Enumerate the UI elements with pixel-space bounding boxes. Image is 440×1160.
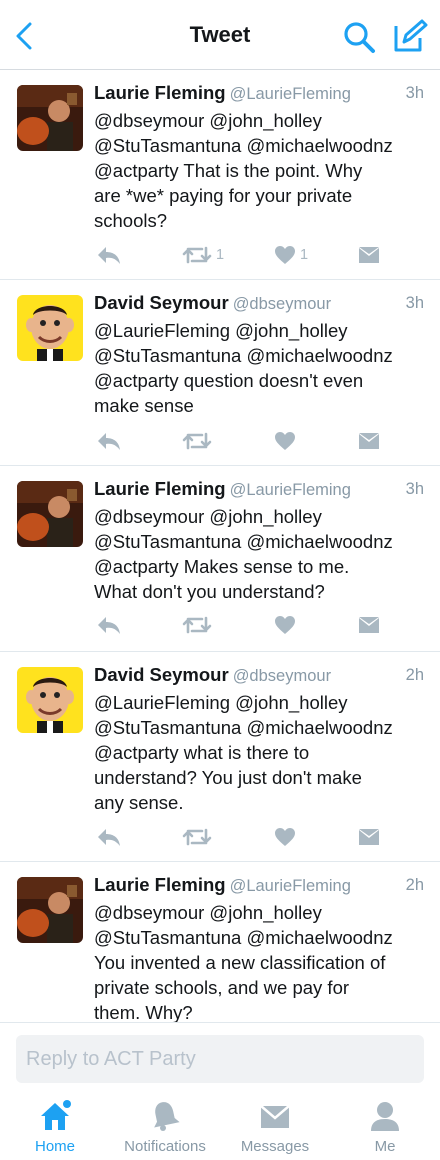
timestamp: 3h	[405, 84, 424, 102]
tweet[interactable]: Laurie Fleming @LaurieFleming 3h @dbseymo…	[0, 466, 440, 652]
timestamp: 2h	[405, 666, 424, 684]
conversation-feed: Laurie Fleming @LaurieFleming 3h @dbseymo…	[0, 70, 440, 1032]
tweet-actions	[94, 612, 394, 638]
tab-me[interactable]: Me	[330, 1100, 440, 1158]
like-button[interactable]	[274, 612, 300, 638]
compose-button[interactable]	[392, 18, 428, 54]
tweet-header: Laurie Fleming @LaurieFleming 3h	[94, 478, 424, 502]
reply-input[interactable]	[16, 1035, 424, 1083]
avatar[interactable]	[17, 667, 83, 733]
tab-notifications[interactable]: Notifications	[110, 1100, 220, 1158]
retweet-icon	[182, 828, 212, 846]
notification-dot	[63, 1100, 71, 1108]
author-handle[interactable]: @LaurieFleming	[230, 877, 351, 895]
tweet[interactable]: David Seymour @dbseymour 2h @LaurieFlemin…	[0, 652, 440, 862]
avatar[interactable]	[17, 877, 83, 943]
direct-message-button[interactable]	[358, 612, 380, 638]
direct-message-button[interactable]	[358, 824, 380, 850]
retweet-button[interactable]	[182, 612, 216, 638]
like-button[interactable]	[274, 824, 300, 850]
tweet-header: Laurie Fleming @LaurieFleming 2h	[94, 874, 424, 898]
tweet-header: Laurie Fleming @LaurieFleming 3h	[94, 82, 424, 106]
like-count: 1	[300, 247, 309, 263]
tweet[interactable]: Laurie Fleming @LaurieFleming 3h @dbseymo…	[0, 70, 440, 280]
tweet-header: David Seymour @dbseymour 3h	[94, 292, 424, 316]
tab-label: Home	[34, 1138, 75, 1155]
author-handle[interactable]: @LaurieFleming	[230, 85, 351, 103]
author-name[interactable]: Laurie Fleming	[94, 874, 226, 895]
tweet-text: @dbseymour @john_holley @StuTasmantuna @…	[94, 902, 393, 1023]
tab-messages[interactable]: Messages	[220, 1100, 330, 1158]
envelope-icon	[359, 247, 379, 263]
tab-bar: Home Notifications Messages Me	[0, 1092, 440, 1160]
heart-icon	[275, 432, 295, 450]
envelope-icon	[359, 829, 379, 845]
top-bar: Tweet	[0, 0, 440, 70]
author-name[interactable]: David Seymour	[94, 292, 229, 313]
reply-icon	[98, 617, 120, 634]
bell-icon	[148, 1100, 182, 1132]
tweet[interactable]: Laurie Fleming @LaurieFleming 2h @dbseymo…	[0, 862, 440, 1032]
tab-home[interactable]: Home	[0, 1100, 110, 1158]
avatar[interactable]	[17, 481, 83, 547]
author-name[interactable]: Laurie Fleming	[94, 478, 226, 499]
retweet-button[interactable]: 1	[182, 242, 224, 268]
tweet-text: @LaurieFleming @john_holley @StuTasmantu…	[94, 320, 393, 416]
retweet-button[interactable]	[182, 824, 216, 850]
reply-button[interactable]	[96, 824, 122, 850]
reply-button[interactable]	[96, 242, 122, 268]
author-name[interactable]: David Seymour	[94, 664, 229, 685]
envelope-icon	[258, 1100, 292, 1132]
tweet-text: @LaurieFleming @john_holley @StuTasmantu…	[94, 692, 393, 813]
tweet[interactable]: David Seymour @dbseymour 3h @LaurieFlemin…	[0, 280, 440, 466]
tab-label: Messages	[240, 1138, 310, 1155]
avatar[interactable]	[17, 295, 83, 361]
retweet-icon	[182, 246, 212, 264]
timestamp: 3h	[405, 480, 424, 498]
heart-icon	[275, 828, 295, 846]
direct-message-button[interactable]	[358, 428, 380, 454]
retweet-count: 1	[216, 247, 225, 263]
avatar[interactable]	[17, 85, 83, 151]
reply-bar	[0, 1022, 440, 1092]
tweet-text: @dbseymour @john_holley @StuTasmantuna @…	[94, 506, 393, 602]
envelope-icon	[359, 617, 379, 633]
tweet-actions	[94, 428, 394, 454]
direct-message-button[interactable]	[358, 242, 380, 268]
reply-icon	[98, 433, 120, 450]
author-handle[interactable]: @LaurieFleming	[230, 481, 351, 499]
compose-icon	[394, 19, 428, 52]
timestamp: 3h	[405, 294, 424, 312]
retweet-icon	[182, 616, 212, 634]
like-button[interactable]: 1	[274, 242, 308, 268]
timestamp: 2h	[405, 876, 424, 894]
reply-icon	[98, 829, 120, 846]
tweet-actions: 1 1	[94, 242, 394, 268]
reply-icon	[98, 247, 120, 264]
reply-button[interactable]	[96, 428, 122, 454]
tab-label: Me	[374, 1138, 396, 1155]
reply-button[interactable]	[96, 612, 122, 638]
retweet-icon	[182, 432, 212, 450]
tweet-actions	[94, 824, 394, 850]
tweet-text: @dbseymour @john_holley @StuTasmantuna @…	[94, 110, 393, 231]
tab-label: Notifications	[124, 1138, 206, 1155]
search-icon	[344, 22, 375, 53]
envelope-icon	[359, 433, 379, 449]
tweet-header: David Seymour @dbseymour 2h	[94, 664, 424, 688]
author-name[interactable]: Laurie Fleming	[94, 82, 226, 103]
home-icon	[38, 1100, 72, 1132]
heart-icon	[275, 616, 295, 634]
author-handle[interactable]: @dbseymour	[233, 667, 331, 685]
search-button[interactable]	[342, 20, 376, 54]
heart-icon	[275, 246, 295, 264]
retweet-button[interactable]	[182, 428, 216, 454]
author-handle[interactable]: @dbseymour	[233, 295, 331, 313]
person-icon	[368, 1100, 402, 1132]
like-button[interactable]	[274, 428, 300, 454]
